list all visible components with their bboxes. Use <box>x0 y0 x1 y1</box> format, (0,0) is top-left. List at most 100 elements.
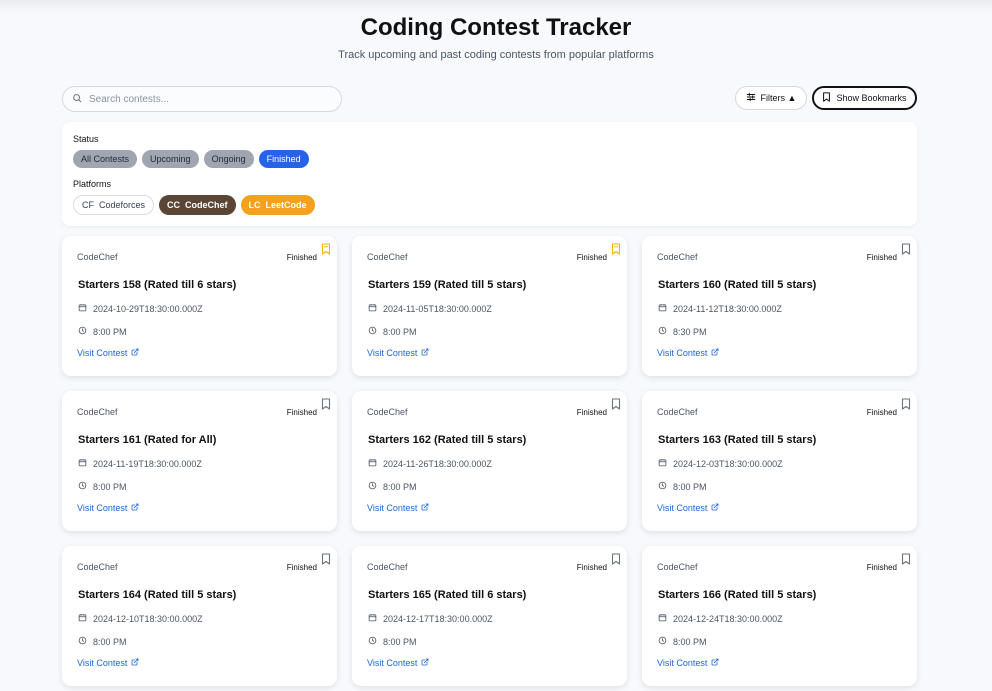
calendar-icon <box>658 613 667 624</box>
contest-platform: CodeChef <box>657 407 698 417</box>
contest-status-badge: Finished <box>576 408 607 417</box>
contest-card: CodeChef Finished Starters 165 (Rated ti… <box>352 546 627 686</box>
bookmark-icon[interactable] <box>901 397 911 410</box>
contest-time: 8:00 PM <box>93 636 127 647</box>
clock-icon <box>78 326 87 337</box>
visit-contest-label: Visit Contest <box>657 503 708 513</box>
visit-contest-link[interactable]: Visit Contest <box>657 503 719 513</box>
contest-date-row: 2024-10-29T18:30:00.000Z <box>78 303 203 314</box>
status-filter-group: All Contests Upcoming Ongoing Finished <box>73 150 309 168</box>
show-bookmarks-button[interactable]: Show Bookmarks <box>812 86 917 110</box>
contest-date-row: 2024-11-05T18:30:00.000Z <box>368 303 492 314</box>
status-chip-finished[interactable]: Finished <box>258 150 309 168</box>
contest-platform: CodeChef <box>657 252 698 262</box>
calendar-icon <box>78 303 87 314</box>
clock-icon <box>368 636 377 647</box>
filters-toggle-button[interactable]: Filters ▲ <box>735 86 807 110</box>
platform-label: CodeChef <box>185 200 228 210</box>
contest-name: Starters 160 (Rated till 5 stars) <box>658 279 817 291</box>
search-bar[interactable] <box>62 86 342 112</box>
contest-date: 2024-11-12T18:30:00.000Z <box>673 303 782 314</box>
contest-time-row: 8:00 PM <box>368 481 417 492</box>
visit-contest-link[interactable]: Visit Contest <box>77 503 139 513</box>
visit-contest-label: Visit Contest <box>77 658 128 668</box>
visit-contest-link[interactable]: Visit Contest <box>657 348 719 358</box>
bookmark-icon[interactable] <box>611 242 621 255</box>
sliders-icon <box>746 92 756 104</box>
bookmark-icon[interactable] <box>321 552 331 565</box>
bookmark-icon[interactable] <box>901 552 911 565</box>
platform-abbr: CC <box>167 200 181 210</box>
contest-status-badge: Finished <box>286 253 317 262</box>
contest-platform: CodeChef <box>77 252 118 262</box>
bookmark-icon[interactable] <box>611 552 621 565</box>
visit-contest-label: Visit Contest <box>367 503 418 513</box>
clock-icon <box>658 481 667 492</box>
visit-contest-link[interactable]: Visit Contest <box>367 658 429 668</box>
platform-abbr: LC <box>248 200 261 210</box>
contest-date-row: 2024-12-17T18:30:00.000Z <box>368 613 493 624</box>
visit-contest-link[interactable]: Visit Contest <box>77 348 139 358</box>
visit-contest-link[interactable]: Visit Contest <box>367 503 429 513</box>
visit-contest-link[interactable]: Visit Contest <box>367 348 429 358</box>
clock-icon <box>78 481 87 492</box>
clock-icon <box>78 636 87 647</box>
clock-icon <box>368 326 377 337</box>
contest-status-badge: Finished <box>866 408 897 417</box>
status-chip-ongoing[interactable]: Ongoing <box>203 150 254 168</box>
contest-platform: CodeChef <box>367 562 408 572</box>
contest-time-row: 8:00 PM <box>658 636 707 647</box>
contest-time: 8:00 PM <box>93 481 127 492</box>
contest-date-row: 2024-11-26T18:30:00.000Z <box>368 458 492 469</box>
filters-panel: Status All Contests Upcoming Ongoing Fin… <box>62 122 917 226</box>
contest-platform: CodeChef <box>77 407 118 417</box>
contest-date: 2024-12-24T18:30:00.000Z <box>673 613 783 624</box>
bookmark-icon[interactable] <box>321 242 331 255</box>
contest-time-row: 8:00 PM <box>78 481 127 492</box>
contest-date-row: 2024-12-10T18:30:00.000Z <box>78 613 203 624</box>
platform-chip-leetcode[interactable]: LC LeetCode <box>240 195 315 215</box>
contest-time: 8:00 PM <box>383 326 417 337</box>
contest-platform: CodeChef <box>367 252 408 262</box>
bookmark-icon[interactable] <box>321 397 331 410</box>
contest-time-row: 8:00 PM <box>368 636 417 647</box>
bookmark-icon[interactable] <box>901 242 911 255</box>
platform-chip-codechef[interactable]: CC CodeChef <box>159 195 236 215</box>
contest-date-row: 2024-12-03T18:30:00.000Z <box>658 458 783 469</box>
contest-card: CodeChef Finished Starters 161 (Rated fo… <box>62 391 337 531</box>
contest-date: 2024-12-03T18:30:00.000Z <box>673 458 783 469</box>
platform-label: Codeforces <box>99 200 146 210</box>
contest-status-badge: Finished <box>576 563 607 572</box>
status-chip-upcoming[interactable]: Upcoming <box>142 150 199 168</box>
contest-date-row: 2024-11-19T18:30:00.000Z <box>78 458 202 469</box>
contest-time: 8:00 PM <box>383 636 417 647</box>
contest-name: Starters 165 (Rated till 6 stars) <box>368 589 527 601</box>
status-chip-all-contests[interactable]: All Contests <box>73 150 138 168</box>
show-bookmarks-label: Show Bookmarks <box>836 93 907 103</box>
calendar-icon <box>658 303 667 314</box>
contest-status-badge: Finished <box>576 253 607 262</box>
contest-date: 2024-11-05T18:30:00.000Z <box>383 303 492 314</box>
calendar-icon <box>368 613 377 624</box>
contest-date-row: 2024-12-24T18:30:00.000Z <box>658 613 783 624</box>
search-input[interactable] <box>89 93 319 105</box>
external-link-icon <box>131 658 139 668</box>
contest-date: 2024-12-17T18:30:00.000Z <box>383 613 493 624</box>
contest-card: CodeChef Finished Starters 162 (Rated ti… <box>352 391 627 531</box>
contest-card: CodeChef Finished Starters 166 (Rated ti… <box>642 546 917 686</box>
contest-date: 2024-11-19T18:30:00.000Z <box>93 458 202 469</box>
calendar-icon <box>368 458 377 469</box>
visit-contest-link[interactable]: Visit Contest <box>657 658 719 668</box>
contest-card: CodeChef Finished Starters 159 (Rated ti… <box>352 236 627 376</box>
search-icon <box>72 90 82 108</box>
external-link-icon <box>131 348 139 358</box>
contest-name: Starters 164 (Rated till 5 stars) <box>78 589 237 601</box>
external-link-icon <box>421 348 429 358</box>
contest-time-row: 8:00 PM <box>78 326 127 337</box>
contest-date: 2024-11-26T18:30:00.000Z <box>383 458 492 469</box>
visit-contest-link[interactable]: Visit Contest <box>77 658 139 668</box>
bookmark-icon[interactable] <box>611 397 621 410</box>
page-title: Coding Contest Tracker <box>360 14 632 41</box>
platform-chip-codeforces[interactable]: CF Codeforces <box>73 195 155 215</box>
external-link-icon <box>421 658 429 668</box>
